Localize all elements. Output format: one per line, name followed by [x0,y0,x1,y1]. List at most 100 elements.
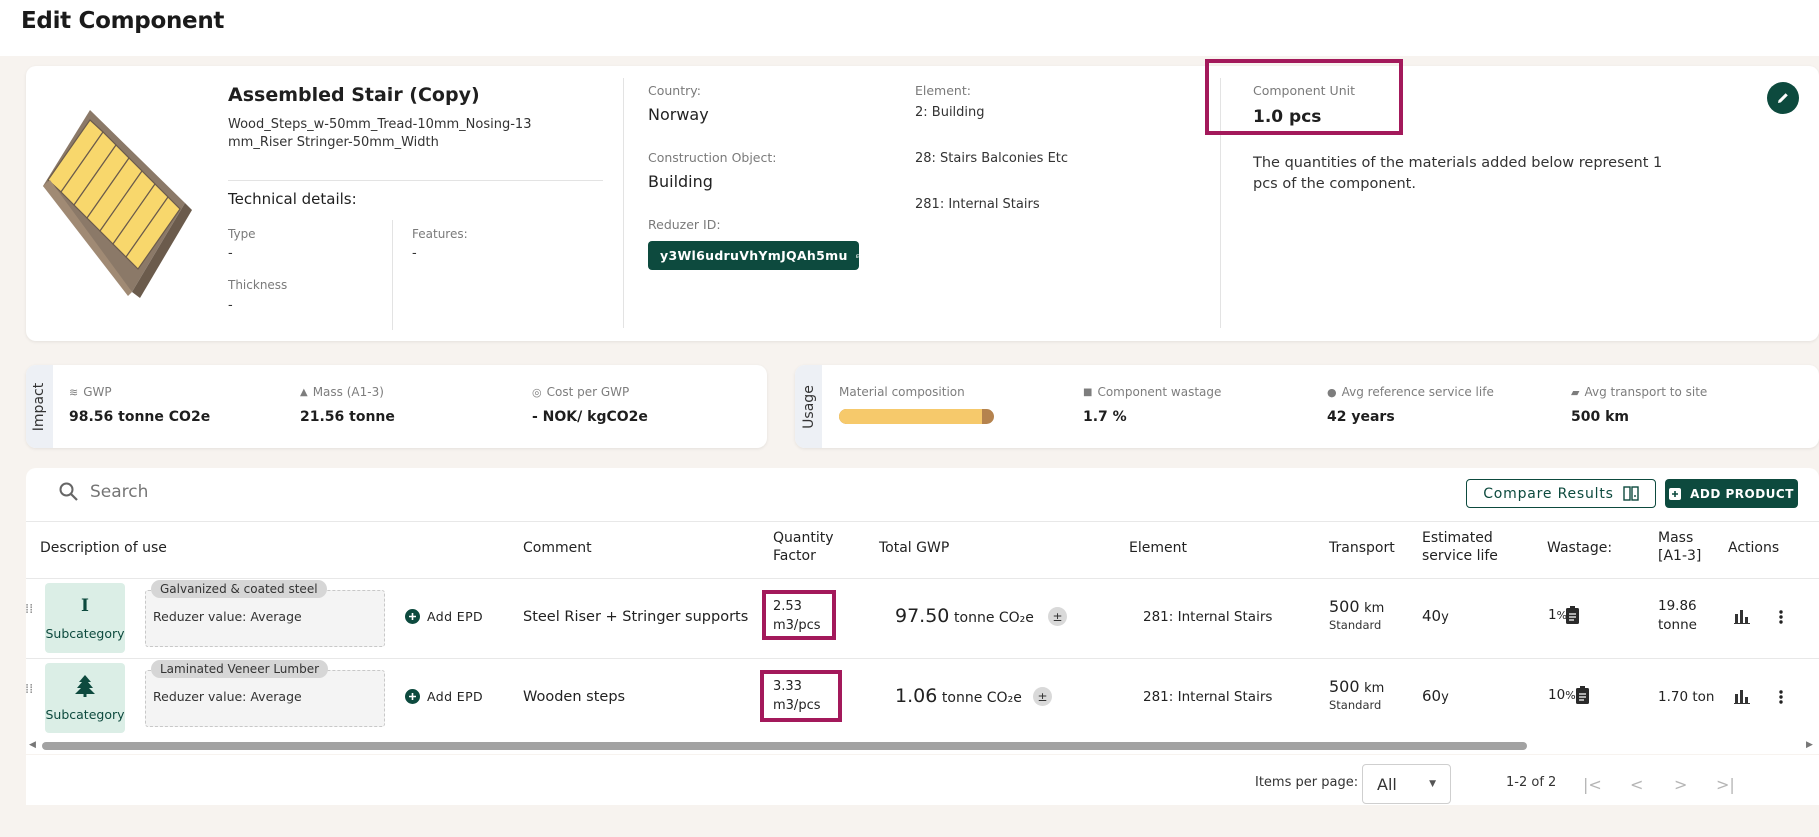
search-input[interactable] [90,480,590,504]
construction-label: Construction Object: [648,150,777,165]
thickness-value: - [228,298,233,313]
mass-stat-label: ▲ Mass (A1-3) [300,385,384,399]
compare-results-button[interactable]: Compare Results [1466,479,1656,508]
bar-chart-icon[interactable] [1734,689,1750,704]
add-epd-button[interactable]: Add EPD [405,609,483,624]
gwp-icon: ≋ [69,385,79,399]
transport-cell: 500 km Standard [1329,677,1385,712]
plus-box-icon [1669,487,1682,500]
type-value: - [228,246,233,261]
usage-tab[interactable]: Usage [795,365,822,448]
reduzer-value: Reduzer value: Average [153,689,302,704]
more-vert-icon[interactable] [1779,610,1783,624]
cost-stat-label: ◎ Cost per GWP [532,385,630,399]
header-wastage: Wastage: [1547,540,1613,556]
transport-cell: 500 km Standard [1329,597,1385,632]
more-vert-icon[interactable] [1779,690,1783,704]
reduzer-id-value: y3Wl6udruVhYmJQAh5mu [660,248,848,263]
plus-circle-icon [405,609,420,624]
impact-tab[interactable]: Impact [26,365,53,448]
page-range: 1-2 of 2 [1506,775,1557,790]
construction-value: Building [648,172,713,191]
wastage-value: 1.7 % [1083,409,1127,425]
header-comment: Comment [523,540,592,556]
copy-reduzer-id-button[interactable]: y3Wl6udruVhYmJQAh5mu [648,241,859,270]
element-level-2: 28: Stairs Balconies Etc [915,151,1069,166]
mass-cell: 19.86 tonne [1658,598,1697,633]
add-product-button[interactable]: ADD PRODUCT [1665,479,1798,508]
cost-stat-value: - NOK/ kgCO2e [532,409,648,425]
usage-card: Usage [795,365,1819,448]
copy-icon [855,253,859,258]
service-life-label: ● Avg reference service life [1327,385,1494,399]
scroll-right-icon[interactable]: ▶ [1806,740,1813,750]
composition-label: Material composition [839,385,965,399]
composition-bar-fill [839,409,982,424]
element-label: Element: [915,83,971,98]
clipboard-icon[interactable] [1576,686,1589,704]
compare-icon [1623,486,1639,501]
items-per-page-select[interactable]: All ▼ [1362,764,1451,804]
highlight-box [762,590,836,640]
drag-handle-icon[interactable]: ⁞⁞ [25,603,33,616]
subcategory-badge[interactable]: Subcategory [45,663,125,733]
material-chip: Galvanized & coated steel [151,580,327,598]
element-level-1: 2: Building [915,105,985,120]
truck-icon: ▰ [1571,385,1580,399]
pencil-icon [1778,93,1788,103]
transport-label: ▰ Avg transport to site [1571,385,1708,399]
country-label: Country: [648,83,701,98]
plus-minus-icon[interactable]: ± [1048,607,1067,626]
plus-circle-icon [405,689,420,704]
impact-card: Impact [26,365,767,448]
divider [228,180,603,181]
reduzer-value: Reduzer value: Average [153,609,302,624]
component-name: Assembled Stair (Copy) [228,84,480,106]
scroll-left-icon[interactable]: ◀ [29,740,36,750]
subcategory-badge[interactable]: I Subcategory [45,583,125,653]
clipboard-icon[interactable] [1566,606,1579,624]
items-per-page-label: Items per page: [1255,775,1359,790]
component-unit-note: The quantities of the materials added be… [1253,155,1663,192]
edit-button[interactable] [1767,82,1799,114]
features-value: - [412,246,417,261]
drag-handle-icon[interactable]: ⁞⁞ [25,683,33,696]
composition-bar [839,409,994,424]
add-epd-button[interactable]: Add EPD [405,689,483,704]
bar-chart-icon[interactable] [1734,609,1750,624]
top-bar [0,0,1819,56]
reduzer-id-label: Reduzer ID: [648,217,721,232]
service-life-value: 42 years [1327,409,1395,425]
features-label: Features: [412,227,468,241]
header-service-life: Estimated service life [1422,530,1498,564]
header-mass: Mass [A1-3] [1658,530,1702,564]
total-gwp-cell: 97.50 tonne CO₂e [895,605,1034,627]
total-gwp-cell: 1.06 tonne CO₂e [895,685,1022,707]
header-quantity: Quantity Factor [773,530,834,564]
type-label: Type [228,227,256,241]
divider [623,78,624,328]
page-title: Edit Component [21,8,225,34]
comment-cell: Wooden steps [523,689,626,705]
previous-page-icon[interactable]: < [1630,775,1643,794]
wastage-cell: 1% [1548,607,1568,623]
tree-icon [75,674,95,697]
first-page-icon[interactable]: |< [1583,775,1602,794]
header-element: Element [1129,540,1187,556]
mass-cell: 1.70 tonn [1658,689,1714,705]
cost-icon: ◎ [532,385,542,399]
last-page-icon[interactable]: >| [1716,775,1735,794]
search-icon [59,482,78,501]
component-description: Wood_Steps_w-50mm_Tread-10mm_Nosing-13mm… [228,117,532,150]
plus-minus-icon[interactable]: ± [1033,687,1052,706]
transport-value: 500 km [1571,409,1629,425]
scrollbar-thumb[interactable] [42,742,1527,750]
wastage-cell: 10% [1548,687,1576,703]
caret-down-icon: ▼ [1429,779,1436,789]
next-page-icon[interactable]: > [1674,775,1687,794]
highlight-box [760,670,842,722]
header-total-gwp: Total GWP [879,540,950,556]
country-value: Norway [648,105,709,124]
header-transport: Transport [1329,540,1395,556]
divider [392,220,393,330]
